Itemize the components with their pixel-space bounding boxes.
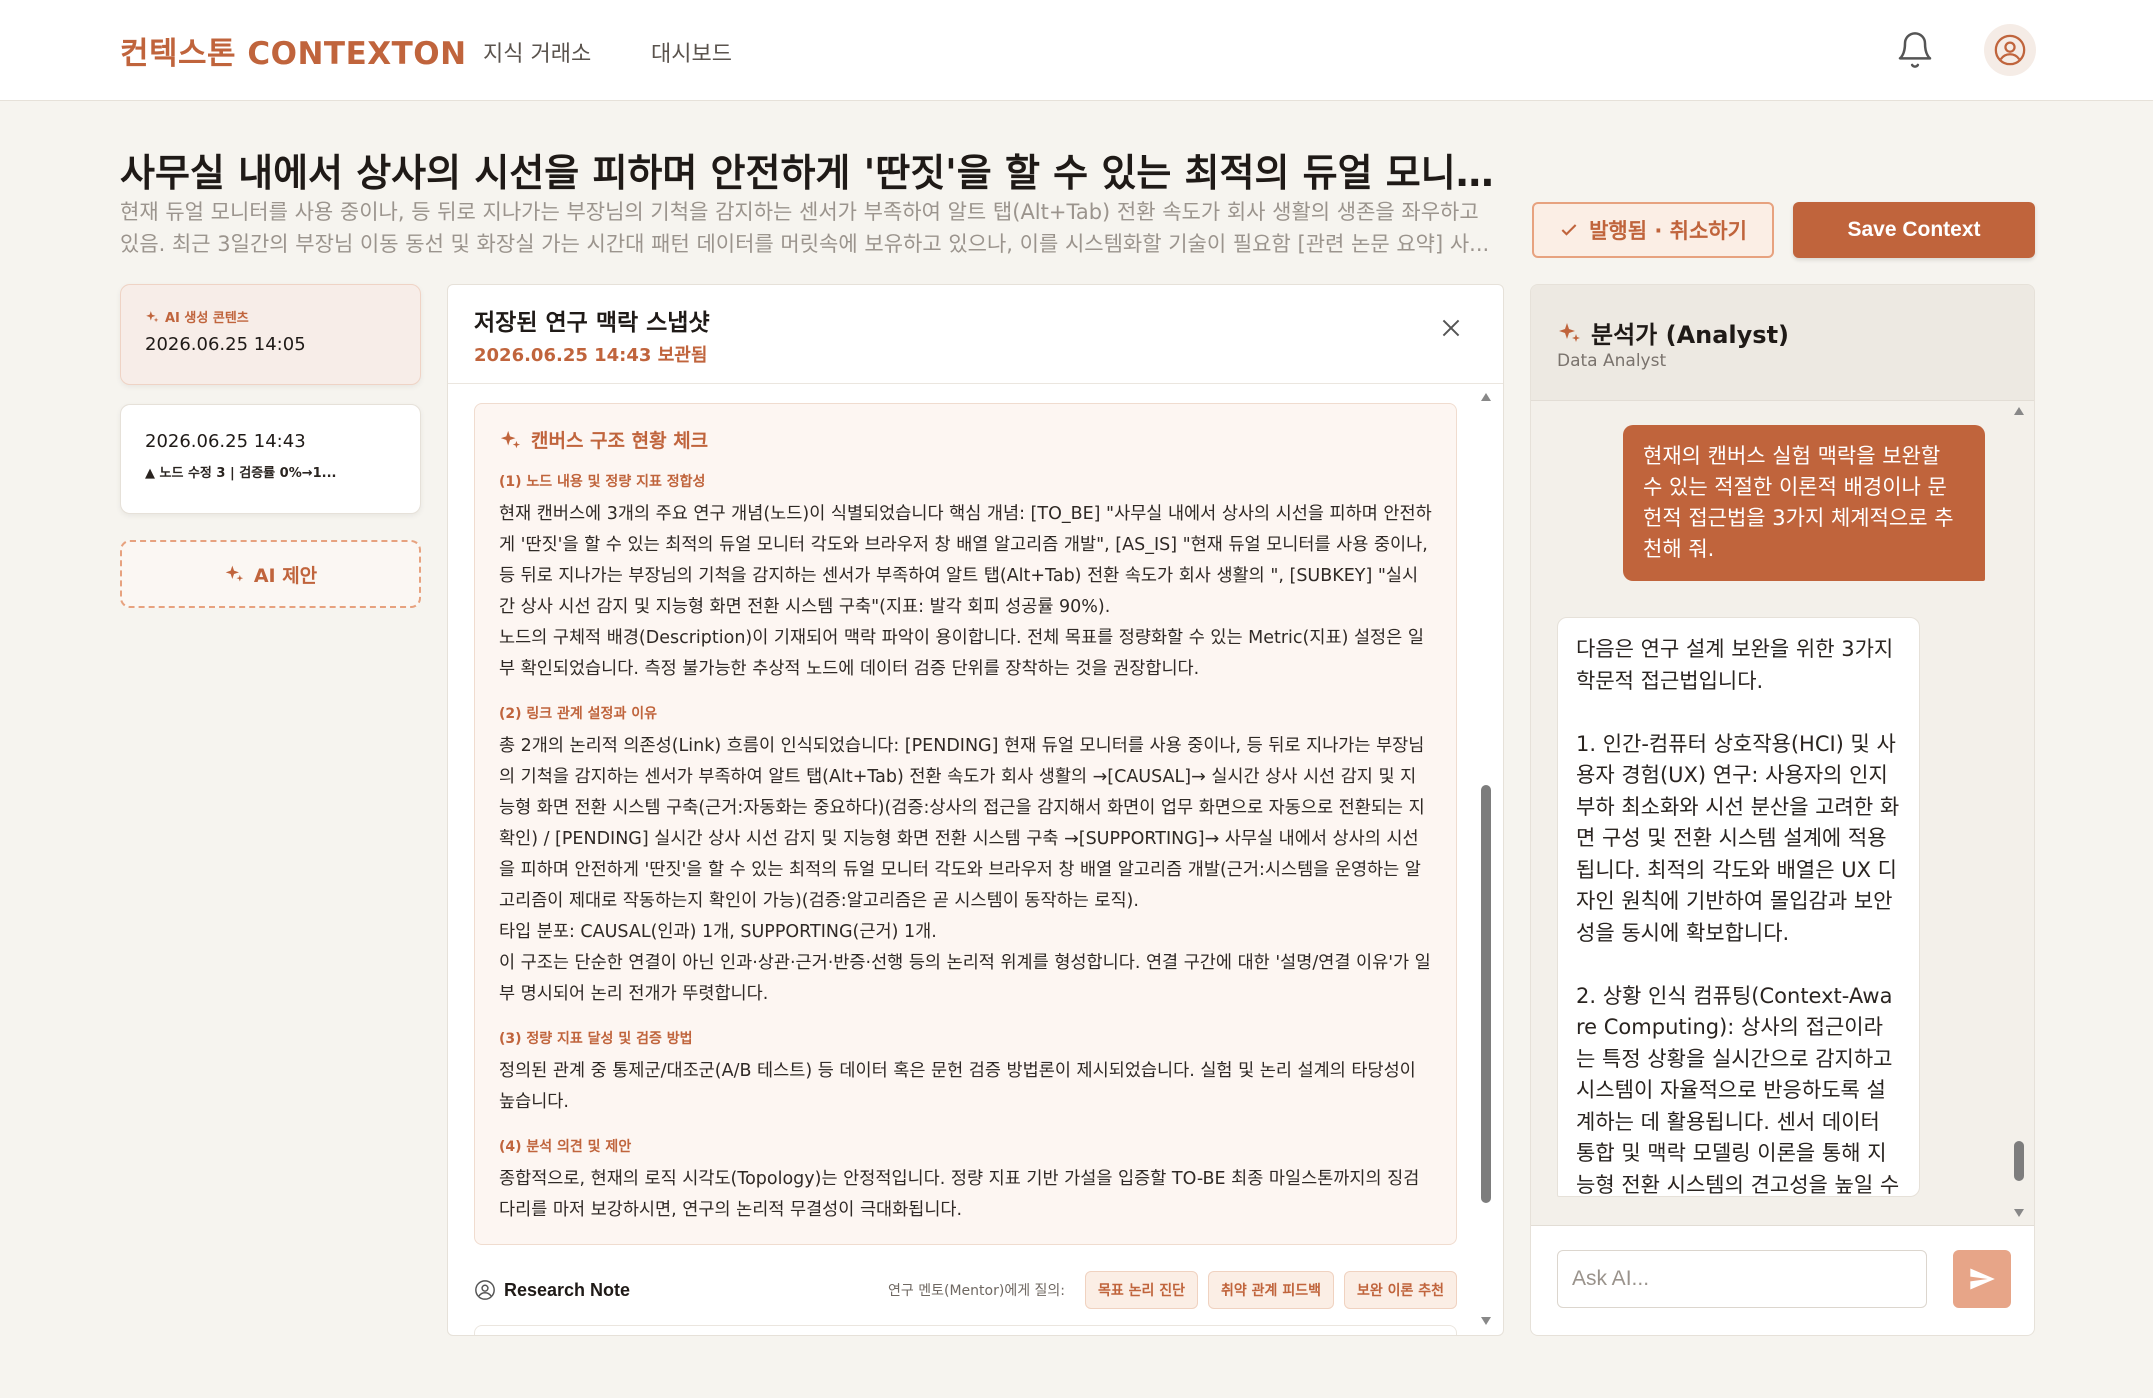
save-context-button[interactable]: Save Context [1793,202,2035,258]
ai-suggest-button[interactable]: AI 제안 [120,540,421,608]
chip-theory-recommend[interactable]: 보완 이론 추천 [1343,1271,1457,1309]
version-summary: ▲ 노드 수정 3 | 검증률 0%→1... [145,466,337,481]
version-card-2[interactable]: 2026.06.25 14:43 ▲ 노드 수정 3 | 검증률 0%→1... [120,404,421,514]
user-message: 현재의 캔버스 실험 맥락을 보완할 수 있는 적절한 이론적 배경이나 문헌적… [1623,425,1985,581]
section-body: 정의된 관계 중 통제군/대조군(A/B 테스트) 등 데이터 혹은 문헌 검증… [499,1061,1416,1112]
scroll-up-icon[interactable] [1481,393,1491,401]
snapshot-title: 저장된 연구 맥락 스냅샷 [474,310,710,336]
mentor-ask-label: 연구 멘토(Mentor)에게 질의: [888,1283,1066,1299]
ask-ai-input[interactable] [1557,1250,1927,1308]
section-title: (1) 노드 내용 및 정량 지표 정합성 [499,474,706,490]
version-card-1[interactable]: AI 생성 콘텐츠 2026.06.25 14:05 [120,284,421,385]
research-note-bar: Research Note 연구 멘토(Mentor)에게 질의: 목표 논리 … [474,1270,1457,1310]
divider [448,383,1503,384]
section-body: 종합적으로, 현재의 로직 시각도(Topology)는 안정적입니다. 정량 … [499,1169,1420,1220]
scroll-thumb[interactable] [2014,1141,2024,1181]
send-button[interactable] [1953,1250,2011,1308]
section-title: (3) 정량 지표 달성 및 검증 방법 [499,1031,693,1047]
sparkle-icon [500,430,521,448]
check-icon [1561,224,1577,236]
sparkle-icon [225,565,243,582]
scroll-thumb[interactable] [1481,785,1491,1203]
user-icon [475,1280,495,1300]
chat-input-area [1531,1225,2034,1335]
snapshot-scrollbar[interactable] [1478,393,1494,1325]
brand-logo[interactable]: 컨텍스톤 CONTEXTON [120,28,467,73]
chip-goal-logic[interactable]: 목표 논리 진단 [1085,1271,1199,1309]
chat-header: 분석가 (Analyst) Data Analyst [1531,285,2034,401]
nav-dashboard[interactable]: 대시보드 [651,36,732,68]
sparkle-icon [146,310,159,322]
sparkle-icon [1559,322,1580,342]
notification-bell-icon[interactable] [1895,30,1935,70]
chat-scrollbar[interactable] [2011,407,2027,1217]
section-body: 현재 캔버스에 3개의 주요 연구 개념(노드)이 식별되었습니다 핵심 개념:… [499,504,1432,679]
snapshot-panel: 저장된 연구 맥락 스냅샷 2026.06.25 14:43 보관됨 캔버스 구… [447,284,1504,1336]
user-avatar-button[interactable] [1984,24,2036,76]
close-icon[interactable] [1438,315,1464,341]
scroll-up-icon[interactable] [2014,407,2024,415]
section-title: (2) 링크 관계 설정과 이유 [499,706,657,722]
chat-agent-name: 분석가 (Analyst) [1557,315,1789,350]
ai-message: 다음은 연구 설계 보완을 위한 3가지 학문적 접근법입니다. 1. 인간-컴… [1557,617,1920,1197]
report-heading: 캔버스 구조 현황 체크 [499,426,1432,453]
nav-knowledge-exchange[interactable]: 지식 거래소 [483,36,591,68]
analyst-chat-panel: 분석가 (Analyst) Data Analyst 현재의 캔버스 실험 맥락… [1530,284,2035,1336]
send-icon [1970,1268,1995,1290]
version-date: 2026.06.25 14:43 [145,431,306,452]
scroll-down-icon[interactable] [2014,1209,2024,1217]
section-body: 총 2개의 논리적 의존성(Link) 흐름이 인식되었습니다: [PENDIN… [499,736,1431,1004]
research-note-label: Research Note [504,1279,631,1300]
user-icon [1994,34,2026,66]
ai-generated-tag: AI 생성 콘텐츠 [145,307,396,326]
published-label: 발행됨 · 취소하기 [1589,219,1747,243]
scroll-down-icon[interactable] [1481,1317,1491,1325]
snapshot-saved-at: 2026.06.25 14:43 보관됨 [474,345,708,366]
report-box: 캔버스 구조 현황 체크 (1) 노드 내용 및 정량 지표 정합성 현재 캔버… [474,403,1457,1245]
page-description: 현재 듀얼 모니터를 사용 중이나, 등 뒤로 지나가는 부장님의 기척을 감지… [120,200,1490,256]
version-date: 2026.06.25 14:05 [145,334,306,355]
section-title: (4) 분석 의견 및 제안 [499,1139,632,1155]
research-note-editor[interactable] [474,1325,1457,1335]
chip-weak-relation[interactable]: 취약 관계 피드백 [1208,1271,1334,1309]
page-title: 사무실 내에서 상사의 시선을 피하며 안전하게 '딴짓'을 할 수 있는 최적… [120,151,1500,195]
top-navbar: 컨텍스톤 CONTEXTON 지식 거래소 대시보드 [0,0,2153,101]
published-cancel-button[interactable]: 발행됨 · 취소하기 [1532,202,1774,258]
chat-agent-role: Data Analyst [1557,351,1667,371]
